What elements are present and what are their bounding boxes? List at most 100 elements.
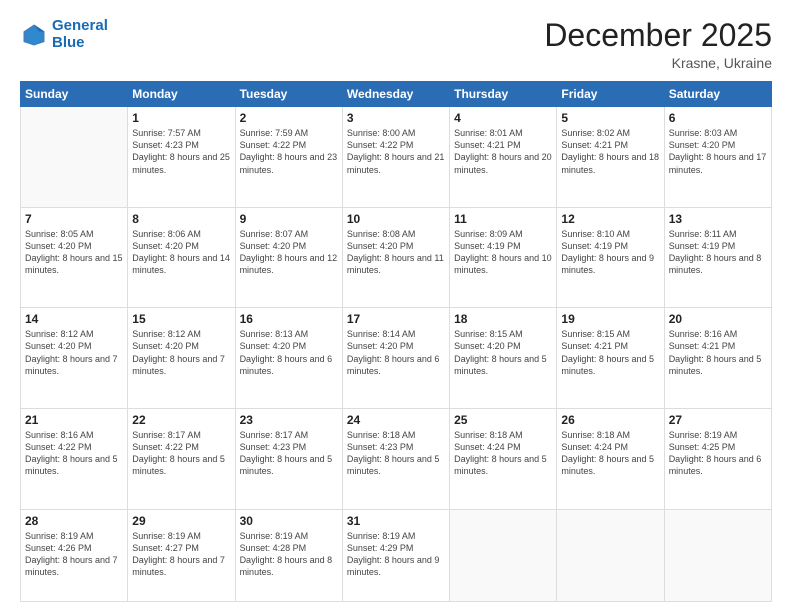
day-info: Sunrise: 8:15 AMSunset: 4:21 PMDaylight:… [561, 328, 659, 377]
day-number: 15 [132, 312, 230, 326]
calendar-cell: 27Sunrise: 8:19 AMSunset: 4:25 PMDayligh… [664, 408, 771, 509]
day-info: Sunrise: 8:19 AMSunset: 4:27 PMDaylight:… [132, 530, 230, 579]
day-number: 4 [454, 111, 552, 125]
day-info: Sunrise: 8:17 AMSunset: 4:22 PMDaylight:… [132, 429, 230, 478]
day-info: Sunrise: 8:03 AMSunset: 4:20 PMDaylight:… [669, 127, 767, 176]
day-info: Sunrise: 8:15 AMSunset: 4:20 PMDaylight:… [454, 328, 552, 377]
day-info: Sunrise: 8:19 AMSunset: 4:26 PMDaylight:… [25, 530, 123, 579]
month-title: December 2025 [544, 18, 772, 53]
logo-text: General Blue [52, 18, 108, 51]
day-number: 25 [454, 413, 552, 427]
calendar-cell: 20Sunrise: 8:16 AMSunset: 4:21 PMDayligh… [664, 308, 771, 409]
day-info: Sunrise: 8:19 AMSunset: 4:29 PMDaylight:… [347, 530, 445, 579]
day-number: 9 [240, 212, 338, 226]
day-info: Sunrise: 8:18 AMSunset: 4:24 PMDaylight:… [454, 429, 552, 478]
day-number: 5 [561, 111, 659, 125]
weekday-header: Tuesday [235, 82, 342, 107]
day-number: 10 [347, 212, 445, 226]
calendar-cell: 8Sunrise: 8:06 AMSunset: 4:20 PMDaylight… [128, 207, 235, 308]
calendar-cell [557, 509, 664, 602]
day-info: Sunrise: 8:01 AMSunset: 4:21 PMDaylight:… [454, 127, 552, 176]
day-number: 6 [669, 111, 767, 125]
day-info: Sunrise: 8:12 AMSunset: 4:20 PMDaylight:… [25, 328, 123, 377]
day-number: 1 [132, 111, 230, 125]
day-info: Sunrise: 8:06 AMSunset: 4:20 PMDaylight:… [132, 228, 230, 277]
day-info: Sunrise: 8:02 AMSunset: 4:21 PMDaylight:… [561, 127, 659, 176]
day-number: 12 [561, 212, 659, 226]
calendar-cell: 28 Sunrise: 8:19 AMSunset: 4:26 PMDayligh… [21, 509, 128, 602]
day-info: Sunrise: 8:18 AMSunset: 4:24 PMDaylight:… [561, 429, 659, 478]
calendar-week: 28 Sunrise: 8:19 AMSunset: 4:26 PMDayligh… [21, 509, 772, 602]
day-number: 21 [25, 413, 123, 427]
page: General Blue December 2025 Krasne, Ukrai… [0, 0, 792, 612]
day-info: Sunrise: 8:19 AMSunset: 4:28 PMDaylight:… [240, 530, 338, 579]
calendar-cell: 17 Sunrise: 8:14 AMSunset: 4:20 PMDayligh… [342, 308, 449, 409]
calendar-cell: 2 Sunrise: 7:59 AMSunset: 4:22 PMDaylight… [235, 107, 342, 208]
calendar-week: 21Sunrise: 8:16 AMSunset: 4:22 PMDayligh… [21, 408, 772, 509]
calendar-cell: 13 Sunrise: 8:11 AMSunset: 4:19 PMDayligh… [664, 207, 771, 308]
weekday-header: Friday [557, 82, 664, 107]
calendar-cell: 30 Sunrise: 8:19 AMSunset: 4:28 PMDayligh… [235, 509, 342, 602]
calendar-cell: 3Sunrise: 8:00 AMSunset: 4:22 PMDaylight… [342, 107, 449, 208]
calendar-cell: 7Sunrise: 8:05 AMSunset: 4:20 PMDaylight… [21, 207, 128, 308]
weekday-header: Sunday [21, 82, 128, 107]
calendar-cell: 15 Sunrise: 8:12 AMSunset: 4:20 PMDayligh… [128, 308, 235, 409]
calendar-cell: 9Sunrise: 8:07 AMSunset: 4:20 PMDaylight… [235, 207, 342, 308]
weekday-header: Saturday [664, 82, 771, 107]
calendar-cell: 24Sunrise: 8:18 AMSunset: 4:23 PMDayligh… [342, 408, 449, 509]
day-number: 13 [669, 212, 767, 226]
day-info: Sunrise: 8:11 AMSunset: 4:19 PMDaylight:… [669, 228, 767, 277]
day-info: Sunrise: 8:12 AMSunset: 4:20 PMDaylight:… [132, 328, 230, 377]
calendar-week: 7Sunrise: 8:05 AMSunset: 4:20 PMDaylight… [21, 207, 772, 308]
calendar-week: 1Sunrise: 7:57 AMSunset: 4:23 PMDaylight… [21, 107, 772, 208]
calendar-cell: 12Sunrise: 8:10 AMSunset: 4:19 PMDayligh… [557, 207, 664, 308]
calendar-cell: 26 Sunrise: 8:18 AMSunset: 4:24 PMDayligh… [557, 408, 664, 509]
day-number: 29 [132, 514, 230, 528]
day-number: 31 [347, 514, 445, 528]
calendar-cell: 29 Sunrise: 8:19 AMSunset: 4:27 PMDayligh… [128, 509, 235, 602]
logo-icon [20, 21, 48, 49]
day-info: Sunrise: 8:18 AMSunset: 4:23 PMDaylight:… [347, 429, 445, 478]
day-number: 16 [240, 312, 338, 326]
day-number: 11 [454, 212, 552, 226]
day-info: Sunrise: 8:17 AMSunset: 4:23 PMDaylight:… [240, 429, 338, 478]
calendar-cell: 11 Sunrise: 8:09 AMSunset: 4:19 PMDayligh… [450, 207, 557, 308]
day-number: 26 [561, 413, 659, 427]
day-number: 3 [347, 111, 445, 125]
weekday-row: SundayMondayTuesdayWednesdayThursdayFrid… [21, 82, 772, 107]
calendar-cell: 18 Sunrise: 8:15 AMSunset: 4:20 PMDayligh… [450, 308, 557, 409]
weekday-header: Wednesday [342, 82, 449, 107]
calendar-cell: 10 Sunrise: 8:08 AMSunset: 4:20 PMDayligh… [342, 207, 449, 308]
day-number: 28 [25, 514, 123, 528]
day-number: 27 [669, 413, 767, 427]
day-info: Sunrise: 8:09 AMSunset: 4:19 PMDaylight:… [454, 228, 552, 277]
day-number: 30 [240, 514, 338, 528]
calendar-cell [21, 107, 128, 208]
day-number: 19 [561, 312, 659, 326]
day-number: 22 [132, 413, 230, 427]
calendar-cell: 22 Sunrise: 8:17 AMSunset: 4:22 PMDayligh… [128, 408, 235, 509]
calendar-cell: 4 Sunrise: 8:01 AMSunset: 4:21 PMDaylight… [450, 107, 557, 208]
calendar-cell: 14 Sunrise: 8:12 AMSunset: 4:20 PMDayligh… [21, 308, 128, 409]
logo: General Blue [20, 18, 108, 51]
weekday-header: Thursday [450, 82, 557, 107]
day-info: Sunrise: 7:59 AMSunset: 4:22 PMDaylight:… [240, 127, 338, 176]
calendar-header: SundayMondayTuesdayWednesdayThursdayFrid… [21, 82, 772, 107]
weekday-header: Monday [128, 82, 235, 107]
day-info: Sunrise: 8:13 AMSunset: 4:20 PMDaylight:… [240, 328, 338, 377]
day-number: 23 [240, 413, 338, 427]
day-info: Sunrise: 8:14 AMSunset: 4:20 PMDaylight:… [347, 328, 445, 377]
day-number: 17 [347, 312, 445, 326]
day-number: 2 [240, 111, 338, 125]
calendar-body: 1Sunrise: 7:57 AMSunset: 4:23 PMDaylight… [21, 107, 772, 602]
calendar: SundayMondayTuesdayWednesdayThursdayFrid… [20, 81, 772, 602]
day-info: Sunrise: 8:08 AMSunset: 4:20 PMDaylight:… [347, 228, 445, 277]
header: General Blue December 2025 Krasne, Ukrai… [20, 18, 772, 71]
calendar-cell: 1Sunrise: 7:57 AMSunset: 4:23 PMDaylight… [128, 107, 235, 208]
day-number: 18 [454, 312, 552, 326]
calendar-cell: 19 Sunrise: 8:15 AMSunset: 4:21 PMDayligh… [557, 308, 664, 409]
day-number: 7 [25, 212, 123, 226]
calendar-cell: 6 Sunrise: 8:03 AMSunset: 4:20 PMDaylight… [664, 107, 771, 208]
calendar-cell [664, 509, 771, 602]
day-number: 14 [25, 312, 123, 326]
